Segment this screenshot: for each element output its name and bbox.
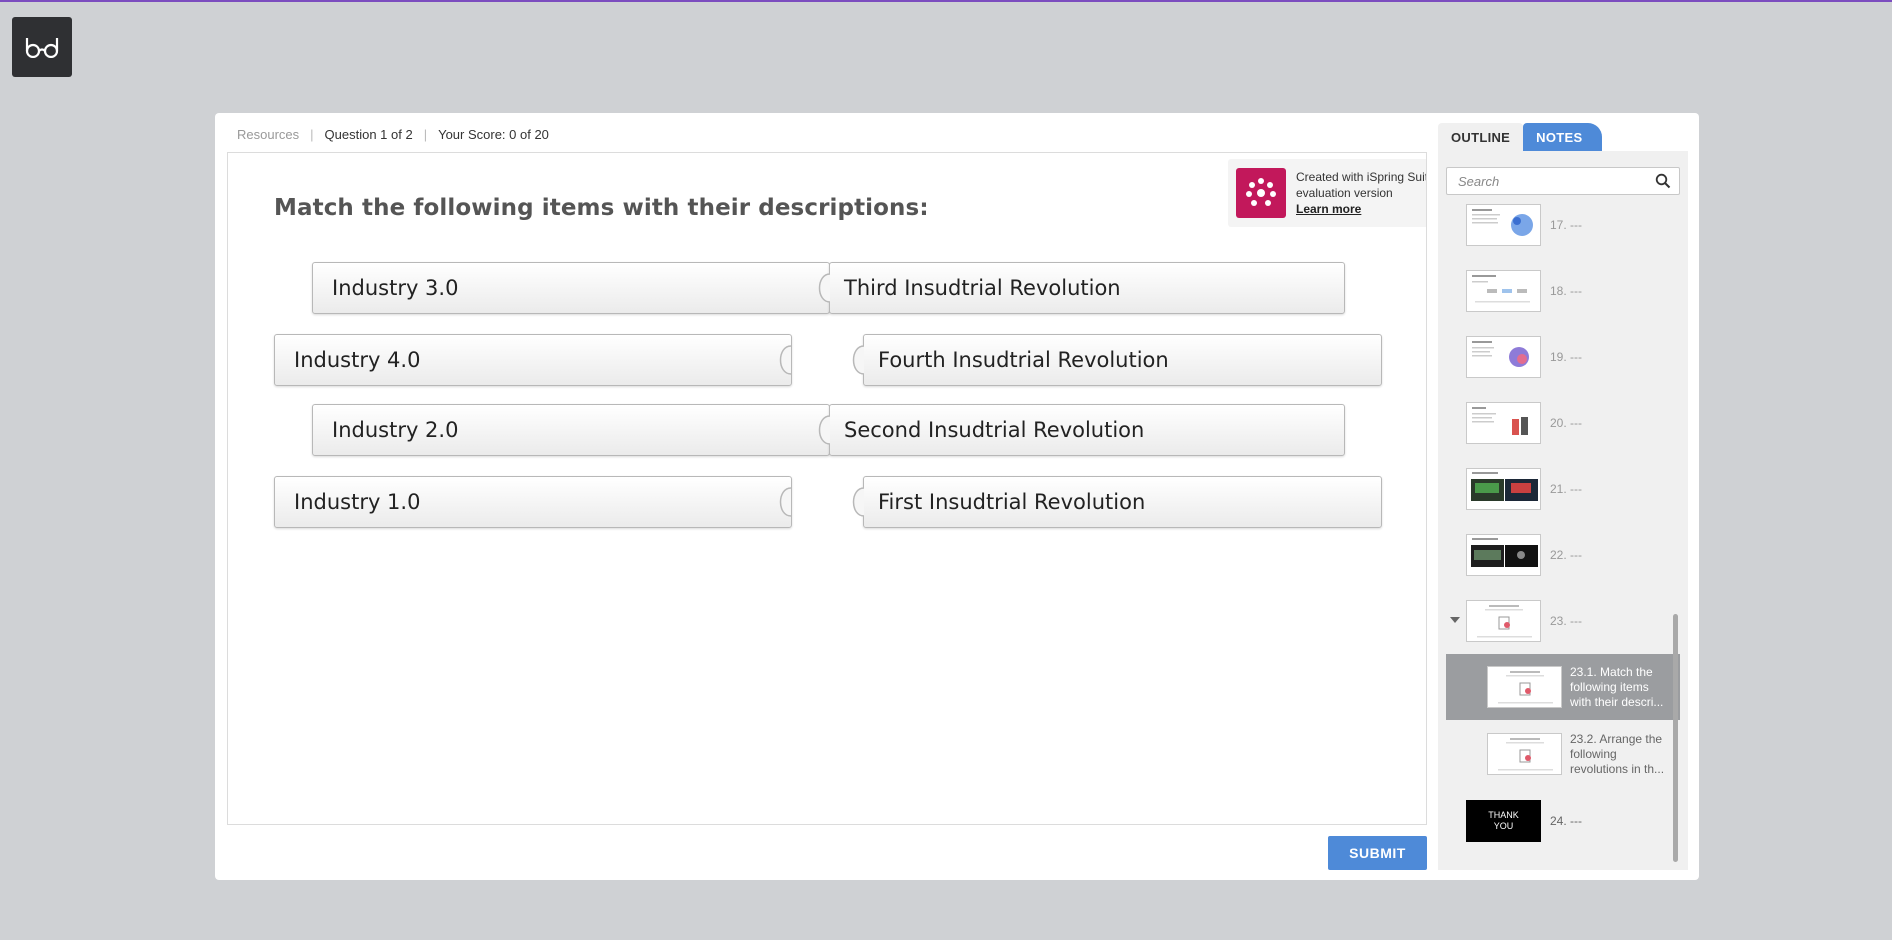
- match-item-left-label: Industry 1.0: [294, 490, 421, 514]
- match-item-left-label: Industry 3.0: [332, 276, 459, 300]
- slide-thumbnail: [1466, 534, 1541, 576]
- thumbnail-text: YOU: [1493, 821, 1514, 831]
- outline-item-label: 21. ---: [1550, 482, 1583, 496]
- slide-thumbnail: [1466, 402, 1541, 444]
- outline-subitem-label: 23.1. Match the following items with the…: [1570, 665, 1664, 709]
- match-item-right[interactable]: Fourth Insudtrial Revolution: [863, 334, 1382, 386]
- outline-panel: 17. --- 18. --- 19. ---: [1438, 151, 1688, 870]
- match-item-left-label: Industry 2.0: [332, 418, 459, 442]
- outline-item-label: 20. ---: [1550, 416, 1583, 430]
- sidebar-tabs: OUTLINE NOTES: [1438, 123, 1603, 151]
- outline-item[interactable]: THANK YOU 24. ---: [1438, 800, 1688, 858]
- slide-area: Match the following items with their des…: [227, 152, 1427, 825]
- outline-item[interactable]: 20. ---: [1438, 402, 1688, 460]
- slide-thumbnail: [1466, 204, 1541, 246]
- match-item-left[interactable]: Industry 2.0: [312, 404, 830, 456]
- outline-item-label: 19. ---: [1550, 350, 1583, 364]
- match-item-right-label: Fourth Insudtrial Revolution: [878, 348, 1169, 372]
- slide-thumbnail: [1466, 468, 1541, 510]
- ispring-logo: [1236, 168, 1286, 218]
- slide-thumbnail: [1487, 733, 1562, 775]
- outline-list: 17. --- 18. --- 19. --- 20. --- 21. --- …: [1438, 204, 1688, 870]
- resources-link[interactable]: Resources: [237, 127, 299, 142]
- outline-item[interactable]: 18. ---: [1438, 270, 1688, 328]
- learn-more-link[interactable]: Learn more: [1296, 201, 1426, 217]
- match-item-left[interactable]: Industry 4.0: [274, 334, 792, 386]
- outline-item-label: 22. ---: [1550, 548, 1583, 562]
- slide-thumbnail: [1466, 270, 1541, 312]
- submit-button[interactable]: SUBMIT: [1328, 836, 1427, 870]
- reader-mode-button[interactable]: [12, 17, 72, 77]
- toolbar-separator: |: [310, 126, 314, 142]
- search-input[interactable]: [1447, 168, 1642, 194]
- thumbnail-text: THANK: [1488, 810, 1519, 820]
- outline-item-label: 17. ---: [1550, 218, 1583, 232]
- slide-thumbnail: THANK YOU: [1466, 800, 1541, 842]
- slide-thumbnail: [1487, 666, 1562, 708]
- outline-item[interactable]: 23. ---: [1438, 600, 1688, 658]
- match-item-right-label: First Insudtrial Revolution: [878, 490, 1146, 514]
- slide-thumbnail: [1466, 336, 1541, 378]
- player-toolbar: Resources | Question 1 of 2 | Your Score…: [237, 124, 549, 144]
- outline-subitem-active[interactable]: 23.1. Match the following items with the…: [1446, 654, 1680, 720]
- puzzle-tab-icon: [852, 487, 865, 517]
- match-item-right-label: Second Insudtrial Revolution: [844, 418, 1145, 442]
- search-icon[interactable]: [1655, 173, 1671, 189]
- outline-item[interactable]: 22. ---: [1438, 534, 1688, 592]
- match-item-left[interactable]: Industry 3.0: [312, 262, 830, 314]
- outline-item[interactable]: 21. ---: [1438, 468, 1688, 526]
- quiz-player: Resources | Question 1 of 2 | Your Score…: [215, 113, 1699, 880]
- search-box: [1446, 167, 1680, 195]
- glasses-icon: [25, 38, 59, 58]
- match-item-left-label: Industry 4.0: [294, 348, 421, 372]
- match-item-right[interactable]: Second Insudtrial Revolution: [829, 404, 1345, 456]
- question-counter: Question 1 of 2: [324, 126, 413, 142]
- outline-item-label: 23. ---: [1550, 614, 1583, 628]
- tab-outline[interactable]: OUTLINE: [1438, 123, 1524, 151]
- slide-thumbnail: [1466, 600, 1541, 642]
- outline-scrollbar[interactable]: [1673, 614, 1678, 862]
- outline-item-label: 24. ---: [1550, 814, 1583, 828]
- outline-item[interactable]: 19. ---: [1438, 336, 1688, 394]
- badge-line-1: Created with iSpring Suite: [1296, 170, 1427, 184]
- outline-subitem-label: 23.2. Arrange the following revolutions …: [1570, 732, 1665, 776]
- badge-line-2: evaluation version: [1296, 186, 1393, 200]
- puzzle-socket-icon: [779, 487, 792, 517]
- score-display: Your Score: 0 of 20: [438, 126, 549, 142]
- toolbar-separator: |: [423, 126, 428, 142]
- puzzle-tab-icon: [852, 345, 865, 375]
- tab-notes[interactable]: NOTES: [1523, 123, 1603, 151]
- match-item-right[interactable]: Third Insudtrial Revolution: [829, 262, 1345, 314]
- ispring-logo-icon: [1246, 178, 1276, 206]
- match-item-right-label: Third Insudtrial Revolution: [844, 276, 1121, 300]
- top-accent-line: [0, 0, 1892, 2]
- outline-item[interactable]: 17. ---: [1438, 204, 1688, 262]
- match-item-left[interactable]: Industry 1.0: [274, 476, 792, 528]
- outline-item-label: 18. ---: [1550, 284, 1583, 298]
- puzzle-connector-icon: [818, 273, 831, 303]
- outline-subitem[interactable]: 23.2. Arrange the following revolutions …: [1446, 721, 1680, 787]
- puzzle-connector-icon: [818, 415, 831, 445]
- puzzle-socket-icon: [779, 345, 792, 375]
- question-title: Match the following items with their des…: [274, 195, 929, 221]
- expand-arrow-icon[interactable]: [1450, 617, 1460, 623]
- match-item-right[interactable]: First Insudtrial Revolution: [863, 476, 1382, 528]
- sidebar: OUTLINE NOTES 17. ---: [1438, 123, 1688, 870]
- ispring-evaluation-badge: Created with iSpring Suite evaluation ve…: [1228, 159, 1427, 227]
